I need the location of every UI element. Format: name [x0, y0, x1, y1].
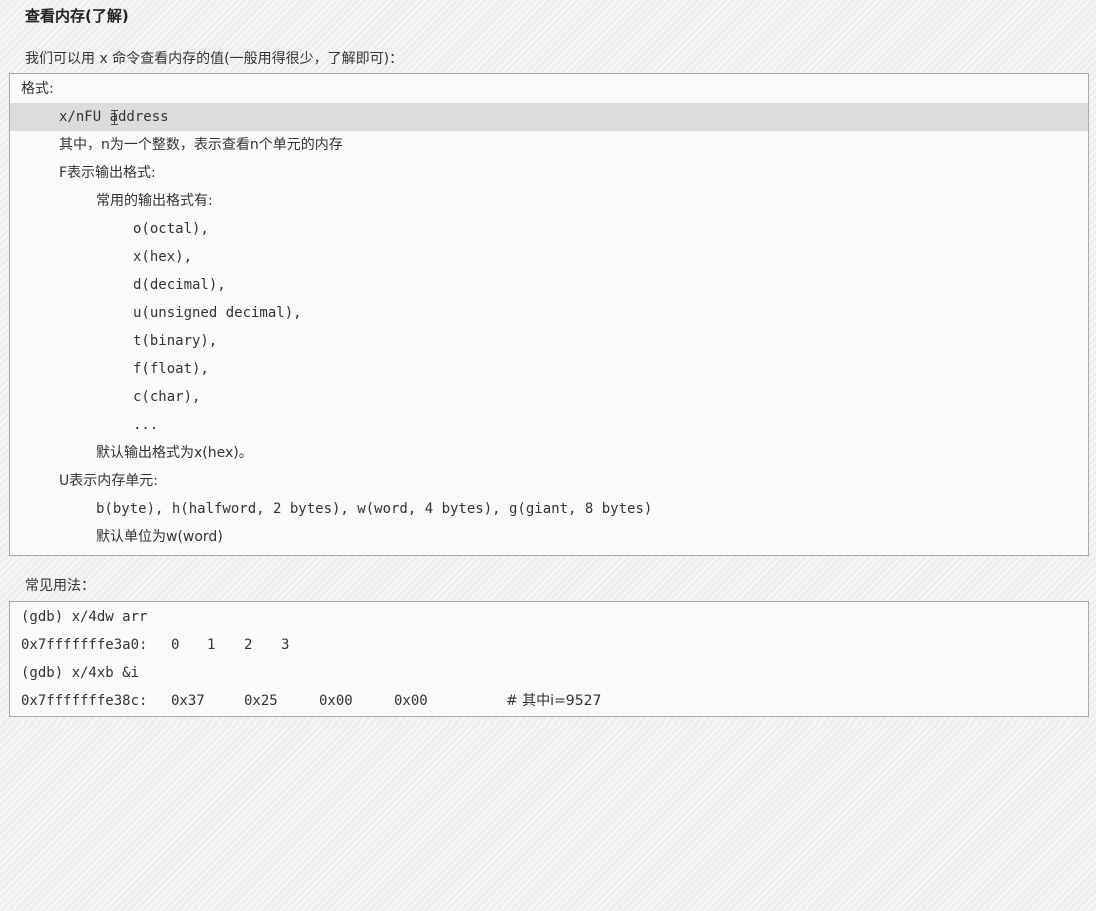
u-description: U表示内存单元: [59, 473, 158, 489]
output-comment: # 其中i=9527 [506, 693, 602, 709]
intro-text: 我们可以用 x 命令查看内存的值(一般用得很少，了解即可)： [25, 51, 404, 67]
format-option: u(unsigned decimal), [133, 305, 302, 321]
default-unit-line: 默认单位为w(word) [96, 529, 223, 545]
gdb-command-line: (gdb) x/4xb &i [21, 665, 140, 681]
format-code-block: 格式: x/nFU address 其中，n为一个整数，表示查看n个单元的内存 … [9, 73, 1089, 556]
f-description: F表示输出格式: [59, 165, 156, 181]
format-option: o(octal), [133, 221, 209, 237]
common-formats-label: 常用的输出格式有: [96, 193, 213, 209]
format-option: x(hex), [133, 249, 193, 265]
n-description: 其中，n为一个整数，表示查看n个单元的内存 [59, 137, 343, 153]
text-cursor-icon [111, 110, 118, 125]
format-option: t(binary), [133, 333, 218, 349]
usage-label: 常见用法： [25, 578, 95, 594]
format-option: f(float), [133, 361, 209, 377]
gdb-command-line: (gdb) x/4dw arr [21, 609, 148, 625]
gdb-output-line: 0x7fffffffe3a0: 0 1 2 3 [21, 637, 290, 653]
unit-options-line: b(byte), h(halfword, 2 bytes), w(word, 4… [96, 501, 653, 517]
gdb-output-line: 0x7fffffffe38c: 0x37 0x25 0x00 0x00 # 其中… [10, 687, 1088, 715]
format-label: 格式: [21, 81, 54, 97]
syntax-line: x/nFU address [10, 103, 1088, 131]
default-format-line: 默认输出格式为x(hex)。 [96, 445, 253, 461]
usage-code-block: (gdb) x/4dw arr 0x7fffffffe3a0: 0 1 2 3 … [9, 601, 1089, 717]
section-heading: 查看内存(了解) [25, 7, 129, 25]
ellipsis-line: ... [133, 417, 159, 433]
format-option: c(char), [133, 389, 201, 405]
format-option: d(decimal), [133, 277, 226, 293]
